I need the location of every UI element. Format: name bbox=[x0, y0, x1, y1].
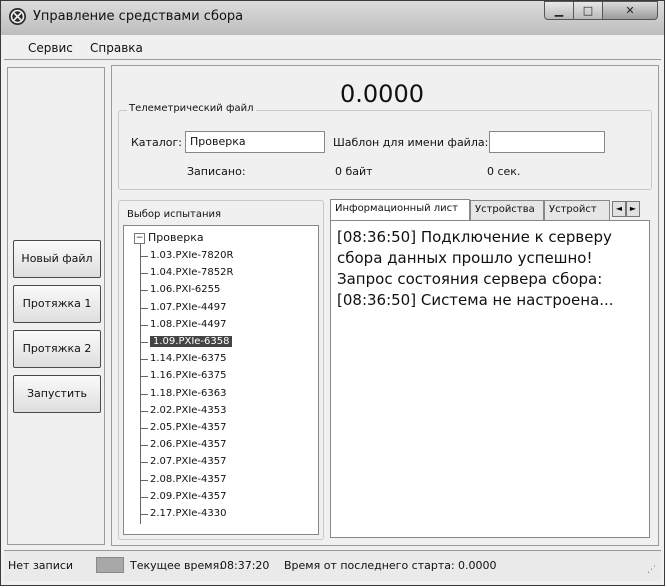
close-icon: ✕ bbox=[625, 4, 635, 17]
tree-item[interactable]: 2.05.PXIe-4357 bbox=[140, 420, 226, 436]
main-panel: 0.0000 Телеметрический файл Каталог: Про… bbox=[111, 65, 659, 546]
tree-item-label: 2.02.PXIe-4353 bbox=[150, 404, 227, 416]
side-panel: Новый файл Протяжка 1 Протяжка 2 Запусти… bbox=[7, 67, 105, 545]
tree-item-label: 1.18.PXIe-6363 bbox=[150, 387, 227, 399]
tree-item-label: 1.14.PXIe-6375 bbox=[150, 353, 227, 365]
tab-label: Информационный лист bbox=[335, 203, 458, 214]
filename-template-input[interactable] bbox=[489, 131, 605, 153]
tree-item-label: 2.17.PXIe-4330 bbox=[150, 508, 227, 519]
test-selection-title: Выбор испытания bbox=[127, 209, 222, 220]
log-line: [08:36:50] Подключение к серверу сбора д… bbox=[337, 228, 612, 267]
tree-item-label: 1.07.PXIe-4497 bbox=[150, 301, 227, 313]
app-icon bbox=[9, 8, 26, 25]
status-bar: Нет записи Текущее время: 08:37:20 Время… bbox=[4, 550, 661, 581]
tree-item[interactable]: 2.08.PXIe-4357 bbox=[140, 472, 226, 488]
current-time-label: Текущее время: bbox=[130, 559, 223, 572]
collapse-icon[interactable]: − bbox=[134, 232, 145, 244]
tab-scroll-right-icon[interactable]: ► bbox=[626, 201, 640, 217]
tree-item[interactable]: 2.17.PXIe-4330 bbox=[140, 506, 226, 522]
tree-item-label: 1.03.PXIe-7820R bbox=[150, 250, 234, 261]
new-file-button[interactable]: Новый файл bbox=[13, 240, 101, 278]
tab-scroll-left-icon[interactable]: ◄ bbox=[612, 201, 626, 217]
tree-item[interactable]: 1.06.PXI-6255 bbox=[140, 282, 220, 298]
tree-item-label: 2.05.PXIe-4357 bbox=[150, 422, 227, 433]
maximize-button[interactable]: □ bbox=[573, 1, 603, 20]
written-time-value: 0 сек. bbox=[487, 165, 521, 178]
main-window: Управление средствами сбора ▁ □ ✕ Сервис… bbox=[0, 0, 665, 586]
tree-item-label: 1.04.PXIe-7852R bbox=[150, 267, 234, 279]
tree-item[interactable]: 1.18.PXIe-6363 bbox=[140, 386, 226, 402]
test-tree[interactable]: − Проверка 1.03.PXIe-7820R 1.04.PXIe-7852R… bbox=[123, 225, 319, 535]
tree-item-label: 2.07.PXIe-4357 bbox=[150, 456, 227, 468]
menu-service[interactable]: Сервис bbox=[28, 41, 73, 55]
tab-devices-2[interactable]: Устройст bbox=[544, 200, 610, 220]
tab-control: Информационный лист Устройства Устройст … bbox=[330, 199, 652, 540]
tree-root[interactable]: − Проверка bbox=[134, 231, 204, 244]
tree-item-label: 2.08.PXIe-4357 bbox=[150, 473, 227, 485]
tree-item[interactable]: 1.09.PXIe-6358 bbox=[140, 334, 233, 350]
tab-label: Устройст bbox=[549, 204, 597, 215]
tree-item[interactable]: 1.08.PXIe-4497 bbox=[140, 317, 226, 333]
info-sheet-page: [08:36:50] Подключение к серверу сбора д… bbox=[330, 220, 650, 538]
since-start-label: Время от последнего старта: bbox=[284, 559, 455, 572]
caption-buttons: ▁ □ ✕ bbox=[544, 1, 660, 21]
filename-template-label: Шаблон для имени файла: bbox=[333, 136, 489, 149]
tree-item-label: 1.08.PXIe-4497 bbox=[150, 318, 227, 330]
elapsed-time-display: 0.0000 bbox=[340, 80, 424, 108]
record-status: Нет записи bbox=[8, 559, 74, 572]
start-button[interactable]: Запустить bbox=[13, 375, 101, 413]
window-title: Управление средствами сбора bbox=[33, 9, 244, 24]
tree-item[interactable]: 2.09.PXIe-4357 bbox=[140, 489, 226, 505]
tree-item[interactable]: 2.07.PXIe-4357 bbox=[140, 454, 226, 470]
tree-item-label: 1.16.PXIe-6375 bbox=[150, 370, 227, 382]
tree-item-label: 1.06.PXI-6255 bbox=[150, 284, 221, 296]
test-selection-group: Выбор испытания − Проверка 1.03.PXIe-7820… bbox=[118, 200, 324, 540]
maximize-icon: □ bbox=[582, 4, 594, 17]
since-start-value: 0.0000 bbox=[458, 559, 497, 572]
log-line: Запрос состояния сервера сбора: bbox=[337, 270, 603, 288]
pull-1-button[interactable]: Протяжка 1 bbox=[13, 285, 101, 323]
telemetry-file-group: Телеметрический файл Каталог: Проверка Ш… bbox=[118, 103, 652, 190]
tree-item[interactable]: 1.04.PXIe-7852R bbox=[140, 265, 233, 281]
tree-item-label: 2.09.PXIe-4357 bbox=[150, 490, 227, 502]
tree-item[interactable]: 2.06.PXIe-4357 bbox=[140, 437, 226, 453]
log-text: [08:36:50] Подключение к серверу сбора д… bbox=[337, 227, 643, 311]
tree-item[interactable]: 1.14.PXIe-6375 bbox=[140, 351, 226, 367]
written-bytes-value: 0 байт bbox=[335, 165, 373, 178]
tab-devices[interactable]: Устройства bbox=[470, 200, 544, 220]
menu-bar: Сервис Справка bbox=[4, 37, 661, 60]
tree-item[interactable]: 1.16.PXIe-6375 bbox=[140, 368, 226, 384]
minimize-icon: ▁ bbox=[554, 4, 564, 17]
written-label: Записано: bbox=[187, 165, 246, 178]
record-indicator bbox=[96, 557, 124, 573]
tree-item-label: 1.09.PXIe-6358 bbox=[150, 336, 233, 347]
telemetry-group-title: Телеметрический файл bbox=[127, 103, 256, 114]
close-button[interactable]: ✕ bbox=[602, 1, 658, 20]
catalog-label: Каталог: bbox=[131, 136, 182, 149]
tree-item[interactable]: 2.02.PXIe-4353 bbox=[140, 403, 226, 419]
resize-grip-icon[interactable]: ⋰ bbox=[647, 565, 657, 575]
tab-label: Устройства bbox=[475, 204, 535, 215]
minimize-button[interactable]: ▁ bbox=[544, 1, 574, 20]
log-line: [08:36:50] Система не настроена... bbox=[337, 291, 614, 309]
title-bar: Управление средствами сбора ▁ □ ✕ bbox=[1, 1, 664, 35]
tab-info-sheet[interactable]: Информационный лист bbox=[330, 199, 470, 221]
tree-item[interactable]: 1.07.PXIe-4497 bbox=[140, 300, 226, 316]
current-time-value: 08:37:20 bbox=[220, 559, 270, 572]
menu-help[interactable]: Справка bbox=[90, 41, 143, 55]
catalog-input[interactable]: Проверка bbox=[185, 131, 325, 153]
tree-item-label: 2.06.PXIe-4357 bbox=[150, 439, 227, 451]
tree-root-label: Проверка bbox=[148, 231, 204, 244]
tree-item[interactable]: 1.03.PXIe-7820R bbox=[140, 248, 233, 264]
pull-2-button[interactable]: Протяжка 2 bbox=[13, 330, 101, 368]
